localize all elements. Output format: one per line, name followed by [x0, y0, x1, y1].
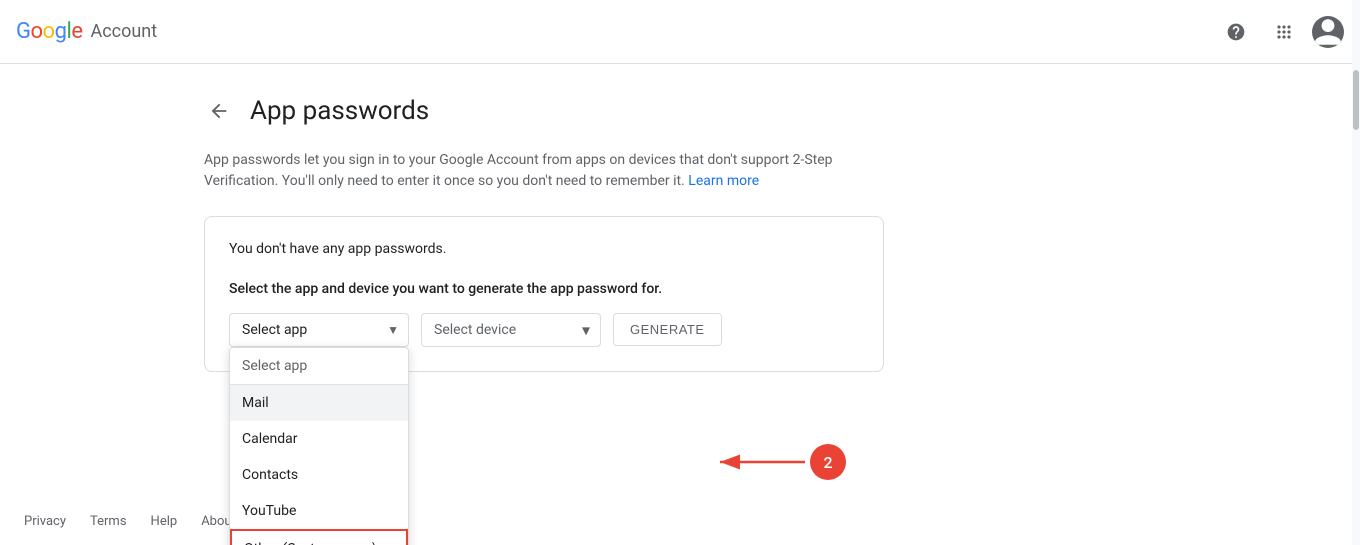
header-right — [1216, 12, 1344, 52]
back-arrow-icon — [208, 100, 230, 122]
footer-terms[interactable]: Terms — [90, 514, 127, 529]
select-device-wrapper: Select device ▾ — [421, 313, 601, 347]
dropdown-item-other[interactable]: Other (Custom name) — [230, 529, 408, 545]
select-device-chevron: ▾ — [582, 321, 590, 340]
dropdown-header: Select app — [230, 348, 408, 385]
select-app-dropdown: Select app Mail Calendar Contacts YouTub… — [229, 347, 409, 545]
dropdown-item-youtube[interactable]: YouTube — [230, 493, 408, 529]
select-device-box[interactable]: Select device ▾ — [421, 313, 601, 347]
learn-more-link[interactable]: Learn more — [688, 173, 759, 189]
annotation-badge: 2 — [810, 444, 846, 480]
page-header: App passwords — [204, 96, 1156, 126]
annotation-container: 2 — [710, 444, 846, 480]
select-app-box[interactable]: Select app ▼ — [229, 313, 409, 347]
card-prompt: Select the app and device you want to ge… — [229, 281, 859, 297]
header: Google Account — [0, 0, 1360, 64]
account-text: Account — [90, 21, 157, 42]
google-logo: Google — [16, 19, 82, 44]
avatar-icon — [1312, 16, 1344, 48]
footer-privacy[interactable]: Privacy — [24, 514, 66, 529]
select-device-label: Select device — [434, 322, 516, 338]
scrollbar-thumb — [1353, 70, 1359, 130]
scrollbar[interactable] — [1352, 0, 1360, 545]
help-icon — [1226, 22, 1246, 42]
help-button[interactable] — [1216, 12, 1256, 52]
other-custom-label: (Custom name) — [282, 541, 376, 545]
page-title: App passwords — [250, 96, 429, 126]
main-card: You don't have any app passwords. Select… — [204, 216, 884, 372]
generate-button[interactable]: GENERATE — [613, 313, 722, 346]
description-text: App passwords let you sign in to your Go… — [204, 150, 904, 192]
dropdown-item-calendar[interactable]: Calendar — [230, 421, 408, 457]
no-passwords-text: You don't have any app passwords. — [229, 241, 859, 257]
select-app-wrapper: Select app ▼ Select app Mail Calendar — [229, 313, 409, 347]
header-left: Google Account — [16, 19, 157, 44]
avatar[interactable] — [1312, 16, 1344, 48]
annotation-arrow — [710, 447, 810, 477]
dropdown-item-contacts[interactable]: Contacts — [230, 457, 408, 493]
apps-button[interactable] — [1264, 12, 1304, 52]
select-app-chevron: ▼ — [387, 323, 399, 337]
main-content: App passwords App passwords let you sign… — [180, 64, 1180, 404]
footer: Privacy Terms Help About — [0, 498, 1360, 545]
back-button[interactable] — [204, 96, 234, 126]
select-app-label: Select app — [242, 322, 307, 338]
dropdown-item-mail[interactable]: Mail — [230, 385, 408, 421]
apps-icon — [1274, 22, 1294, 42]
footer-help[interactable]: Help — [151, 514, 178, 529]
